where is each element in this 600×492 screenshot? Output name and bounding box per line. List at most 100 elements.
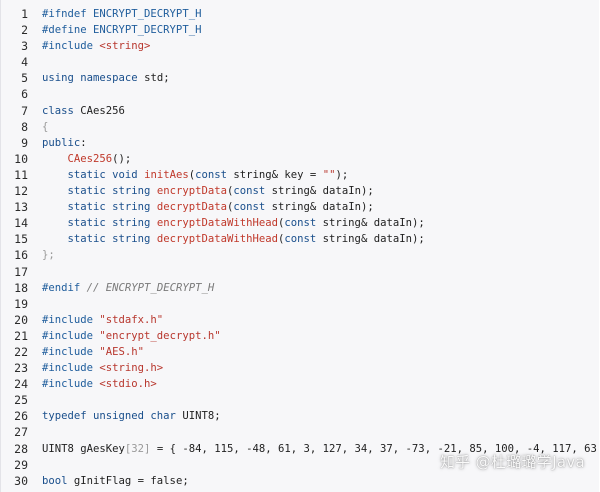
code-line: 6 [1,86,599,102]
code-token: class [42,104,81,117]
code-line: 24 #include <stdio.h> [1,376,599,392]
code-token: #include [42,345,100,358]
code-line: 27 [1,424,599,440]
line-number: 19 [14,296,28,311]
code-token: "encrypt_decrypt.h" [99,329,221,342]
line-number: 21 [14,328,28,343]
code-token: string& key = [233,168,323,181]
code-token: gInitFlag = false; [73,474,189,487]
line-number: 30 [14,473,28,488]
line-number: 10 [14,151,28,166]
code-text: public: [42,135,87,151]
code-line: 11 static void initAes(const string& key… [1,167,599,183]
code-text: #ifndef ENCRYPT_DECRYPT_H [42,6,201,22]
code-token: bool [42,474,74,487]
code-token: static string [42,185,157,198]
code-token: typedef unsigned char [42,410,183,423]
code-token: encryptDataWithHead [156,217,278,230]
line-number: 22 [14,344,28,359]
code-area: 1 #ifndef ENCRYPT_DECRYPT_H 2 #define ENCRY… [1,6,599,489]
code-token: <string.h> [99,362,164,375]
code-text: using namespace std; [42,70,170,86]
code-token: using namespace [42,72,145,85]
code-token: #include [42,378,100,391]
code-text: }; [42,247,55,263]
code-token: : [80,136,87,149]
code-line: 5 using namespace std; [1,70,599,86]
code-token: initAes [144,168,189,181]
code-text: static string encryptData(const string& … [42,183,374,199]
code-token: [32] [124,442,151,455]
code-line: 25 [1,392,599,408]
line-number: 4 [21,55,28,70]
code-token: #include [42,40,100,53]
code-token: <string> [99,40,151,53]
code-token: #endif [42,281,87,294]
code-text: #include "stdafx.h" [42,312,163,328]
code-line: 13 static string decryptData(const strin… [1,199,599,215]
line-number: 7 [21,103,28,118]
code-text: #include "encrypt_decrypt.h" [42,328,221,344]
code-token: #include [42,313,100,326]
code-token: const [233,185,272,198]
code-line: 20 #include "stdafx.h" [1,312,599,328]
code-token: "stdafx.h" [99,313,164,326]
code-text: #endif // ENCRYPT_DECRYPT_H [42,280,214,296]
code-text: class CAes256 [42,103,125,119]
code-token: UINT8; [182,410,221,423]
code-line: 2 #define ENCRYPT_DECRYPT_H [1,22,599,38]
line-number: 24 [14,377,28,392]
code-text: static string encryptDataWithHead(const … [42,215,425,231]
code-token: static string [42,217,157,230]
code-text: { [42,119,48,135]
code-token: "" [322,168,336,181]
line-number: 11 [14,167,28,182]
code-line: 23 #include <string.h> [1,360,599,376]
code-token: string& dataIn); [271,185,374,198]
line-number: 25 [14,393,28,408]
watermark: 知乎 @杜璐璐学Java [439,453,585,471]
code-line: 10 CAes256(); [1,151,599,167]
code-token: std; [144,72,170,85]
code-line: 19 [1,296,599,312]
line-number: 26 [14,409,28,424]
code-token: string& dataIn); [322,233,425,246]
code-token: static void [42,168,145,181]
code-token: (); [112,152,132,165]
code-text: #include <stdio.h> [42,376,157,392]
line-number: 17 [14,264,28,279]
code-line: 18 #endif // ENCRYPT_DECRYPT_H [1,280,599,296]
code-text: #include "AES.h" [42,344,144,360]
line-number: 29 [14,457,28,472]
code-text: static void initAes(const string& key = … [42,167,349,183]
code-token: ); [335,168,349,181]
code-text: bool gInitFlag = false; [42,473,189,489]
code-line: 15 static string decryptDataWithHead(con… [1,231,599,247]
code-token: }; [42,249,55,262]
code-line: 17 [1,264,599,280]
code-text: #include <string> [42,38,150,54]
code-line: 9 public: [1,135,599,151]
code-text: static string decryptData(const string& … [42,199,374,215]
line-number: 8 [21,119,28,134]
code-line: 8{ [1,119,599,135]
code-token: static string [42,201,157,214]
code-token: const [195,168,234,181]
code-token: decryptData [156,201,227,214]
code-token: const [284,217,323,230]
line-number: 1 [21,7,28,21]
code-token: const [284,233,323,246]
line-number: 12 [14,184,28,199]
code-line: 16}; [1,247,599,263]
code-line: 22 #include "AES.h" [1,344,599,360]
code-token: #ifndef ENCRYPT_DECRYPT_H [42,8,202,20]
code-line: 7 class CAes256 [1,103,599,119]
line-number: 28 [14,441,28,456]
code-token: decryptDataWithHead [156,233,278,246]
code-text: static string decryptDataWithHead(const … [42,231,425,247]
code-token: #define ENCRYPT_DECRYPT_H [42,24,202,37]
code-text: typedef unsigned char UINT8; [42,408,221,424]
code-token: { [42,120,49,133]
code-token: const [233,201,272,214]
